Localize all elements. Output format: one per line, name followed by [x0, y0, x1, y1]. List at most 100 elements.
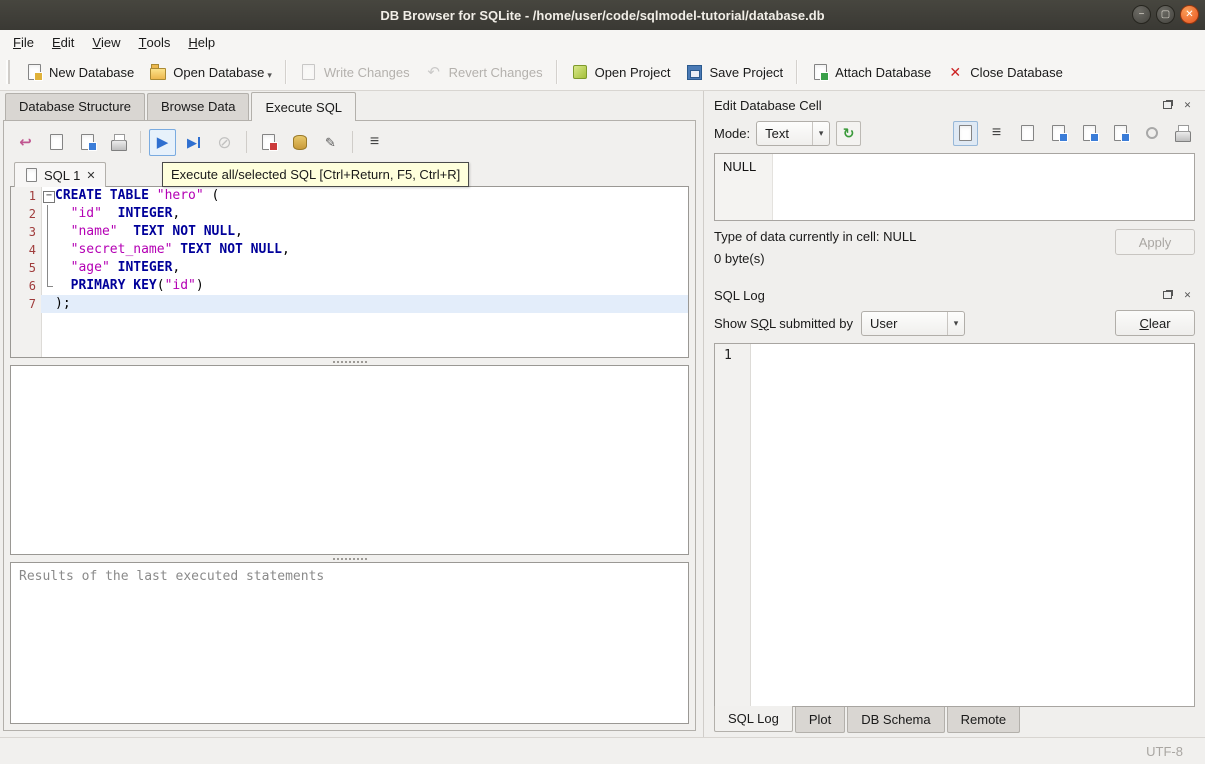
close-button[interactable]: ✕ — [1180, 5, 1199, 24]
set-null-button[interactable] — [1139, 121, 1164, 146]
open-project-label: Open Project — [594, 64, 671, 80]
toolbar-separator — [246, 131, 247, 153]
import-file-button[interactable] — [1077, 121, 1102, 146]
format-sql-button[interactable]: ≡ — [361, 129, 388, 156]
copy-button[interactable] — [1015, 121, 1040, 146]
save-project-button[interactable]: Save Project — [677, 58, 790, 86]
save-results-button[interactable] — [255, 129, 282, 156]
apply-button: Apply — [1115, 229, 1195, 255]
sql-log-title: SQL Log — [714, 287, 765, 303]
cell-value-editor[interactable]: NULL — [714, 153, 1195, 221]
print-cell-icon — [1173, 123, 1193, 143]
export-results-button[interactable] — [286, 129, 313, 156]
revert-changes-button: ↶ Revert Changes — [417, 58, 550, 86]
open-project-button[interactable]: Open Project — [563, 58, 678, 86]
menu-edit[interactable]: Edit — [43, 30, 83, 54]
tab-execute-sql[interactable]: Execute SQL — [251, 92, 357, 121]
code-line-2[interactable]: 2 "id" INTEGER, — [11, 205, 688, 223]
window-controls: − ▢ ✕ — [1132, 5, 1199, 24]
word-wrap-icon: ≡ — [991, 124, 1002, 141]
toolbar-drag-handle[interactable] — [6, 60, 10, 84]
code-line-4[interactable]: 4 "secret_name" TEXT NOT NULL, — [11, 241, 688, 259]
fold-marker — [41, 223, 55, 241]
bottom-tab-plot[interactable]: Plot — [794, 707, 846, 733]
minimize-button[interactable]: − — [1132, 5, 1151, 24]
copy-icon — [1018, 123, 1038, 143]
menu-view[interactable]: View — [83, 30, 129, 54]
menu-file[interactable]: File — [4, 30, 43, 54]
save-sql-as-button[interactable] — [74, 129, 101, 156]
sql-tab[interactable]: SQL 1 ✕ — [14, 162, 106, 187]
splitter-handle[interactable] — [10, 555, 689, 562]
mode-select[interactable]: Text ▾ — [756, 120, 831, 146]
sql-log-header: SQL Log ✕ — [712, 281, 1197, 305]
close-tab-icon[interactable]: ✕ — [86, 169, 95, 182]
window-title: DB Browser for SQLite - /home/user/code/… — [380, 7, 825, 23]
revert-changes-label: Revert Changes — [448, 64, 543, 80]
menu-help[interactable]: Help — [179, 30, 224, 54]
print-button[interactable] — [105, 129, 132, 156]
attach-database-label: Attach Database — [835, 64, 932, 80]
results-placeholder: Results of the last executed statements — [19, 569, 325, 584]
open-database-button[interactable]: Open Database ▾ — [141, 58, 279, 86]
chevron-down-icon: ▾ — [947, 311, 964, 335]
tab-browse-data[interactable]: Browse Data — [147, 93, 250, 120]
code-text: ); — [55, 295, 688, 313]
maximize-button[interactable]: ▢ — [1156, 5, 1175, 24]
fold-marker[interactable] — [41, 187, 55, 205]
toolbar-separator — [140, 131, 141, 153]
execute-sql-panel: ↩ ▶ ▶ ⊘ ✎ ≡ Execute all/selected SQL [Ctrl+Re… — [3, 120, 696, 731]
save-sql-file-button[interactable] — [43, 129, 70, 156]
save-as-button[interactable] — [1046, 121, 1071, 146]
code-line-5[interactable]: 5 "age" INTEGER, — [11, 259, 688, 277]
code-line-7[interactable]: 7); — [11, 295, 688, 313]
save-project-label: Save Project — [709, 64, 784, 80]
execute-all-icon: ▶ — [156, 133, 169, 151]
tab-database-structure[interactable]: Database Structure — [5, 93, 146, 120]
close-panel-icon[interactable]: ✕ — [1180, 288, 1195, 302]
toolbar-separator — [352, 131, 353, 153]
code-line-6[interactable]: 6 PRIMARY KEY("id") — [11, 277, 688, 295]
menu-tools[interactable]: Tools — [130, 30, 180, 54]
execute-line-icon: ▶ — [184, 132, 204, 152]
submitter-select[interactable]: User ▾ — [861, 310, 965, 336]
sql-log-area[interactable]: 1 — [714, 343, 1195, 707]
dropdown-arrow-icon[interactable]: ▾ — [267, 70, 272, 81]
code-line-1[interactable]: 1 CREATE TABLE "hero" ( — [11, 187, 688, 205]
clear-log-button[interactable]: Clear — [1115, 310, 1195, 336]
titlebar: DB Browser for SQLite - /home/user/code/… — [0, 0, 1205, 30]
bottom-tab-db-schema[interactable]: DB Schema — [847, 707, 945, 733]
float-panel-icon[interactable] — [1160, 288, 1175, 302]
code-line-3[interactable]: 3 "name" TEXT NOT NULL, — [11, 223, 688, 241]
toolbar-separator — [796, 60, 798, 84]
find-replace-icon: ✎ — [325, 134, 336, 150]
text-view-button[interactable] — [953, 120, 978, 146]
execute-line-button[interactable]: ▶ — [180, 129, 207, 156]
float-panel-icon[interactable] — [1160, 98, 1175, 112]
open-sql-file-button[interactable]: ↩ — [12, 129, 39, 156]
bottom-tabbar: SQL Log Plot DB Schema Remote — [712, 706, 1197, 737]
find-replace-button[interactable]: ✎ — [317, 129, 344, 156]
auto-mode-button[interactable]: ↻ — [836, 120, 862, 146]
bottom-tab-sql-log[interactable]: SQL Log — [714, 706, 793, 732]
splitter-handle[interactable] — [10, 358, 689, 365]
main-toolbar: New Database Open Database ▾ Write Changes ↶… — [0, 54, 1205, 91]
new-database-button[interactable]: New Database — [17, 58, 141, 86]
close-database-button[interactable]: ✕ Close Database — [938, 58, 1070, 86]
import-file-icon — [1080, 123, 1100, 143]
code-text: "name" TEXT NOT NULL, — [70, 224, 243, 239]
word-wrap-button[interactable]: ≡ — [984, 121, 1009, 146]
sql-code-editor[interactable]: 1CREATE TABLE "hero" (2 "id" INTEGER,3 "… — [10, 186, 689, 358]
export-file-button[interactable] — [1108, 121, 1133, 146]
fold-marker — [41, 295, 55, 313]
execute-all-button[interactable]: ▶ — [149, 128, 176, 156]
attach-database-button[interactable]: Attach Database — [803, 58, 938, 86]
new-database-icon — [24, 62, 44, 82]
line-number: 6 — [28, 279, 36, 293]
format-sql-icon: ≡ — [369, 133, 380, 150]
bottom-tab-remote[interactable]: Remote — [946, 707, 1021, 733]
cell-size-info: 0 byte(s) — [714, 251, 765, 266]
print-cell-button[interactable] — [1170, 121, 1195, 146]
save-sql-as-icon — [78, 132, 98, 152]
close-panel-icon[interactable]: ✕ — [1180, 98, 1195, 112]
